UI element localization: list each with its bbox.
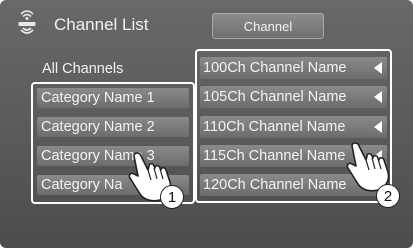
all-channels-item[interactable]: All Channels xyxy=(42,61,123,77)
triangle-left-icon xyxy=(374,62,382,74)
siriusxm-logo-icon xyxy=(18,10,36,34)
channel-item-label: 115Ch Channel Name xyxy=(203,148,346,164)
channel-list-screen: Channel List Channel All Channels Catego… xyxy=(0,0,413,248)
channel-item[interactable]: 100Ch Channel Name xyxy=(200,57,387,79)
category-item-1[interactable]: Category Name 1 xyxy=(37,88,189,108)
channel-item[interactable]: 105Ch Channel Name xyxy=(200,86,387,108)
channel-item-label: 120Ch Channel Name xyxy=(203,177,347,193)
channel-item[interactable]: 110Ch Channel Name xyxy=(200,116,387,138)
callout-badge-2: 2 xyxy=(376,184,400,208)
channel-button[interactable]: Channel xyxy=(212,13,324,39)
page-title: Channel List xyxy=(54,15,149,34)
channel-item-label: 110Ch Channel Name xyxy=(203,119,346,135)
channel-item-label: 105Ch Channel Name xyxy=(203,89,347,105)
callout-badge-1: 1 xyxy=(160,185,184,209)
triangle-left-icon xyxy=(374,91,382,103)
channel-item-label: 100Ch Channel Name xyxy=(203,60,347,76)
category-item-2[interactable]: Category Name 2 xyxy=(37,117,189,137)
triangle-left-icon xyxy=(374,121,382,133)
